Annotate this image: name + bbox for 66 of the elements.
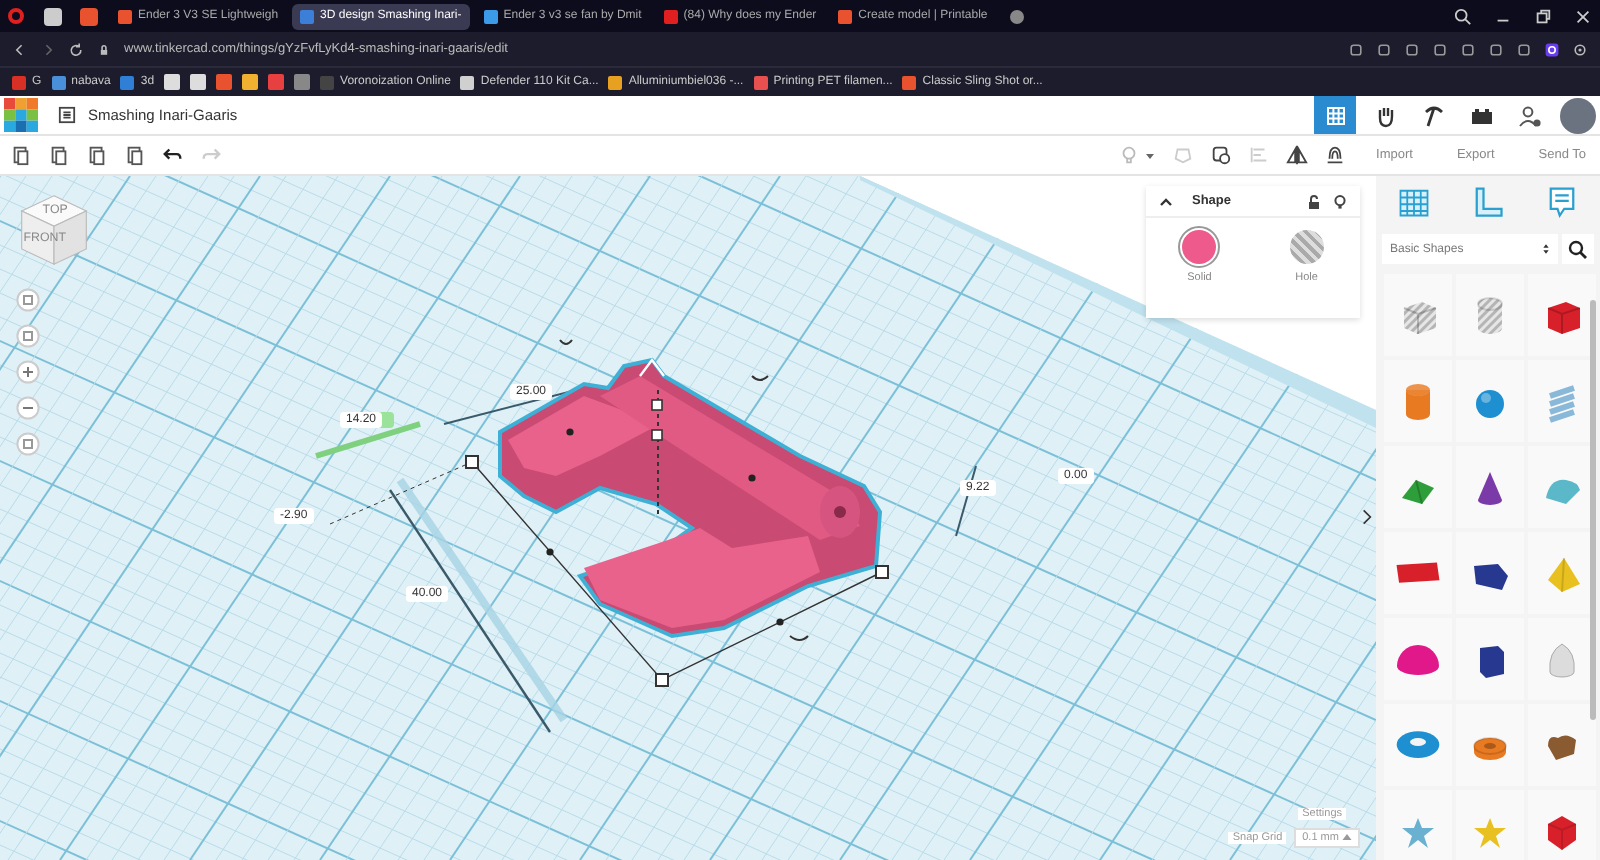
add-user-icon[interactable] bbox=[1518, 103, 1542, 127]
lock-icon[interactable] bbox=[1306, 193, 1322, 209]
paste-icon[interactable] bbox=[48, 144, 70, 166]
scrollbar[interactable] bbox=[1590, 300, 1596, 720]
3d-view-button[interactable] bbox=[1314, 96, 1356, 134]
shape-tile[interactable] bbox=[1528, 790, 1596, 860]
shape-tile[interactable] bbox=[1384, 274, 1452, 356]
shape-tile[interactable] bbox=[1528, 532, 1596, 614]
shape-tile[interactable] bbox=[1384, 790, 1452, 860]
avatar[interactable] bbox=[1560, 97, 1596, 133]
hand-icon[interactable] bbox=[1374, 103, 1398, 127]
duplicate-icon[interactable] bbox=[86, 144, 108, 166]
back-icon[interactable] bbox=[12, 41, 28, 57]
restore-icon[interactable] bbox=[1534, 7, 1552, 25]
shape-tile[interactable] bbox=[1384, 618, 1452, 700]
browser-logo-icon[interactable] bbox=[8, 8, 24, 24]
copy-icon[interactable] bbox=[10, 144, 32, 166]
shape-tile[interactable] bbox=[1456, 274, 1524, 356]
hole-swatch[interactable] bbox=[1289, 230, 1324, 264]
shape-tile[interactable] bbox=[1384, 532, 1452, 614]
reload-icon[interactable] bbox=[68, 41, 84, 57]
caret-icon bbox=[1342, 834, 1352, 840]
delete-icon[interactable] bbox=[124, 144, 146, 166]
shape-tile[interactable] bbox=[1456, 790, 1524, 860]
shape-tile[interactable] bbox=[1384, 360, 1452, 442]
shape-tile[interactable] bbox=[1456, 704, 1524, 786]
zoom-out-icon[interactable] bbox=[16, 396, 40, 420]
grid-icon bbox=[1325, 105, 1345, 125]
mirror-icon[interactable] bbox=[1286, 144, 1309, 166]
home-icon[interactable] bbox=[16, 288, 40, 312]
light-bulb-icon[interactable] bbox=[1332, 193, 1348, 209]
caret-icon[interactable] bbox=[1144, 149, 1157, 161]
search-icon[interactable] bbox=[1454, 7, 1472, 25]
settings-icon[interactable] bbox=[1572, 41, 1588, 57]
menu-icon[interactable] bbox=[58, 106, 76, 124]
collapse-icon[interactable] bbox=[1158, 193, 1174, 209]
shape-tile[interactable] bbox=[1456, 360, 1524, 442]
shape-tile[interactable] bbox=[1528, 274, 1596, 356]
zoom-in-icon[interactable] bbox=[16, 360, 40, 384]
fit-icon[interactable] bbox=[16, 324, 40, 348]
shape-tile[interactable] bbox=[1384, 704, 1452, 786]
cruise-icon[interactable] bbox=[1324, 144, 1347, 166]
forward-icon[interactable] bbox=[40, 41, 56, 57]
brick-icon[interactable] bbox=[1470, 103, 1494, 127]
close-icon[interactable] bbox=[1574, 7, 1592, 25]
logo-icon[interactable] bbox=[4, 98, 38, 132]
shape-tile[interactable] bbox=[1384, 446, 1452, 528]
vpn-icon[interactable] bbox=[1544, 41, 1560, 57]
ungroup-icon[interactable] bbox=[1210, 144, 1233, 166]
updown-icon bbox=[1542, 242, 1550, 256]
shape-tile[interactable] bbox=[1456, 618, 1524, 700]
pickaxe-icon[interactable] bbox=[1422, 103, 1446, 127]
solid-swatch[interactable] bbox=[1182, 230, 1217, 264]
shape-tile[interactable] bbox=[1528, 704, 1596, 786]
perspective-icon[interactable] bbox=[16, 432, 40, 456]
shape-tile[interactable] bbox=[1456, 532, 1524, 614]
model-drawing[interactable] bbox=[465, 339, 889, 687]
search-button[interactable] bbox=[1562, 234, 1594, 264]
shape-tile[interactable] bbox=[1528, 618, 1596, 700]
lock-icon bbox=[96, 41, 112, 57]
new-tab-icon[interactable] bbox=[1009, 9, 1024, 23]
workplane-icon[interactable] bbox=[1395, 184, 1432, 220]
chevron-icon[interactable] bbox=[1362, 504, 1374, 528]
shape-tile[interactable] bbox=[1456, 446, 1524, 528]
shape-tile[interactable] bbox=[1528, 446, 1596, 528]
shape-tile[interactable] bbox=[1528, 360, 1596, 442]
